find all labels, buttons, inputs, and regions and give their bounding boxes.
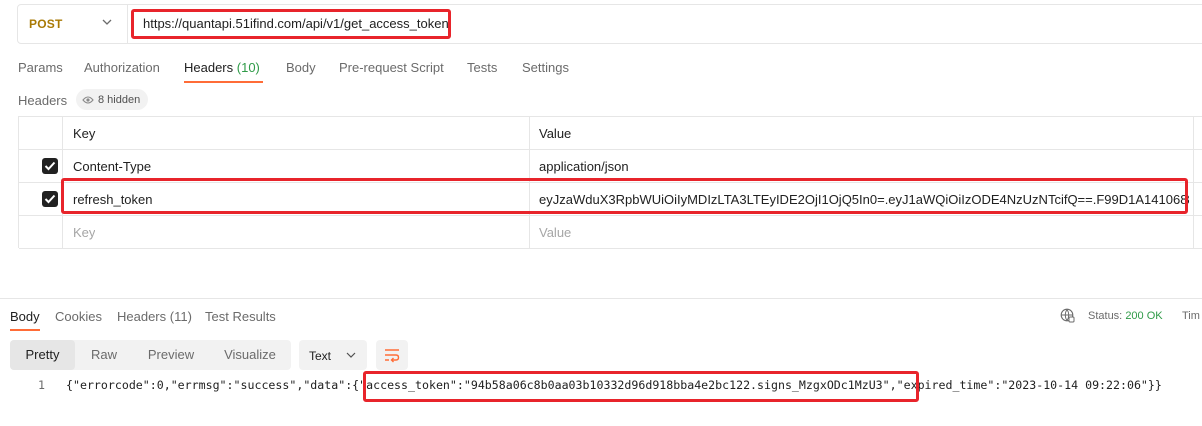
row-checkbox[interactable]: [42, 191, 58, 207]
tab-body[interactable]: Body: [286, 60, 316, 75]
active-tab-indicator: [184, 81, 263, 83]
table-row: refresh_token eyJzaWduX3RpbWUiOiIyMDIzLT…: [19, 183, 1202, 216]
response-tab-cookies[interactable]: Cookies: [55, 309, 102, 324]
response-tab-test-results[interactable]: Test Results: [205, 309, 276, 324]
tab-tests[interactable]: Tests: [467, 60, 497, 75]
header-value-cell[interactable]: application/json: [539, 159, 629, 174]
request-url-bar: POST https://quantapi.51ifind.com/api/v1…: [17, 4, 1202, 44]
header-value-cell[interactable]: eyJzaWduX3RpbWUiOiIyMDIzLTA3LTEyIDE2OjI1…: [539, 192, 1189, 207]
tab-pre-request-script[interactable]: Pre-request Script: [339, 60, 444, 75]
chevron-down-icon: [102, 19, 112, 25]
eye-icon: [82, 95, 94, 104]
format-visualize-button[interactable]: Visualize: [209, 340, 291, 370]
response-status: Status: 200 OK: [1088, 310, 1163, 322]
format-preview-button[interactable]: Preview: [133, 340, 209, 370]
column-divider: [62, 117, 63, 248]
new-key-input[interactable]: Key: [73, 225, 95, 240]
tab-settings[interactable]: Settings: [522, 60, 569, 75]
content-type-value: Text: [309, 349, 332, 363]
response-tab-headers[interactable]: Headers (11): [117, 309, 192, 324]
column-header-value: Value: [539, 126, 572, 141]
check-icon: [44, 194, 56, 204]
table-placeholder-row: Key Value: [19, 216, 1202, 249]
format-pretty-button[interactable]: Pretty: [10, 340, 75, 370]
tab-authorization[interactable]: Authorization: [84, 60, 160, 75]
new-value-input[interactable]: Value: [539, 225, 571, 240]
wrap-lines-button[interactable]: [376, 340, 408, 370]
chevron-down-icon: [346, 352, 356, 358]
status-value[interactable]: 200 OK: [1125, 310, 1162, 322]
format-raw-button[interactable]: Raw: [75, 340, 133, 370]
panel-divider[interactable]: [0, 298, 1202, 299]
active-response-tab-indicator: [10, 329, 40, 331]
time-label-truncated[interactable]: Tim: [1182, 310, 1200, 322]
method-label: POST: [29, 17, 63, 31]
response-body-editor[interactable]: 1 {"errorcode":0,"errmsg":"success","dat…: [0, 377, 1202, 395]
tab-headers[interactable]: Headers (10): [184, 60, 260, 75]
tab-headers-label: Headers: [184, 60, 234, 75]
response-tab-body[interactable]: Body: [10, 309, 40, 324]
response-body-line[interactable]: {"errorcode":0,"errmsg":"success","data"…: [66, 378, 1162, 392]
row-checkbox[interactable]: [42, 158, 58, 174]
status-label: Status:: [1088, 310, 1123, 322]
line-number: 1: [38, 378, 45, 392]
headers-table: Key Value Content-Type application/json …: [18, 116, 1202, 249]
hidden-headers-toggle[interactable]: 8 hidden: [76, 89, 149, 110]
tab-params[interactable]: Params: [18, 60, 63, 75]
globe-icon[interactable]: [1060, 308, 1075, 323]
column-divider: [529, 117, 530, 248]
header-key-cell[interactable]: refresh_token: [73, 192, 153, 207]
check-icon: [44, 161, 56, 171]
hidden-headers-count: 8 hidden: [98, 93, 141, 106]
method-select[interactable]: POST: [18, 5, 128, 43]
url-input[interactable]: https://quantapi.51ifind.com/api/v1/get_…: [143, 16, 449, 31]
table-row: Content-Type application/json: [19, 150, 1202, 183]
column-divider: [1193, 117, 1194, 248]
response-tab-headers-count: (11): [169, 309, 192, 324]
format-segmented-control: Pretty Raw Preview Visualize: [10, 340, 291, 370]
headers-section-label: Headers: [18, 93, 68, 108]
wrap-lines-icon: [385, 349, 400, 363]
column-header-key: Key: [73, 126, 96, 141]
tab-headers-count: (10): [236, 60, 260, 75]
content-type-select[interactable]: Text: [299, 340, 367, 370]
table-header-row: Key Value: [19, 117, 1202, 150]
header-key-cell[interactable]: Content-Type: [73, 159, 151, 174]
response-tab-headers-label: Headers: [117, 309, 167, 324]
